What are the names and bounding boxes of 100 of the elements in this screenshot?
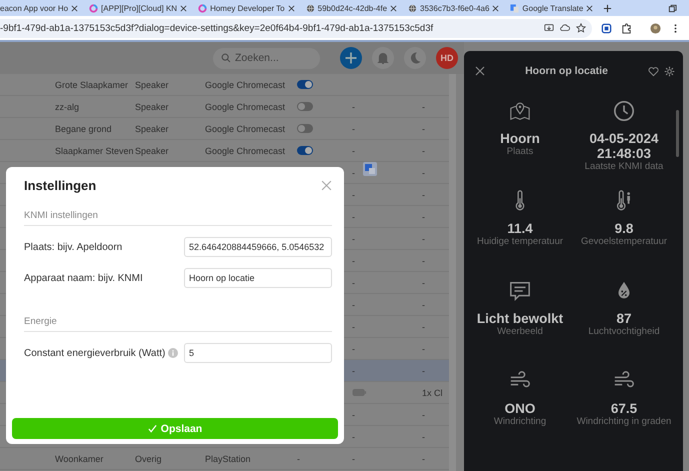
panel-title: Hoorn op locatie xyxy=(524,65,609,77)
tile-value: 9.8 xyxy=(614,221,634,236)
device-type: Overig xyxy=(135,454,162,464)
table-cell: - xyxy=(352,300,355,310)
field-label: Constant energieverbruik (Watt) xyxy=(24,348,166,358)
table-cell: - xyxy=(352,432,355,442)
tile-value: Hoorn xyxy=(499,131,541,146)
toggle-switch[interactable] xyxy=(297,80,313,89)
device-driver: Google Chromecast xyxy=(205,124,286,134)
scrollbar[interactable] xyxy=(449,74,456,471)
table-cell: - xyxy=(352,256,355,266)
device-type: Speaker xyxy=(135,124,169,134)
table-cell: - xyxy=(352,454,355,464)
close-icon[interactable] xyxy=(288,4,295,12)
puzzle-icon[interactable] xyxy=(621,22,632,34)
close-icon[interactable] xyxy=(586,4,594,12)
table-cell: - xyxy=(422,432,425,442)
globe-icon xyxy=(408,4,418,12)
extension-icon[interactable] xyxy=(601,22,612,34)
table-cell: - xyxy=(422,322,425,332)
close-icon[interactable] xyxy=(71,4,78,12)
profile-avatar[interactable] xyxy=(650,22,661,34)
table-cell: - xyxy=(352,124,355,134)
table-cell: - xyxy=(352,168,355,178)
browser-tab[interactable]: eacon App voor Ho xyxy=(0,0,82,16)
battery-icon xyxy=(352,389,367,396)
restore-icon[interactable] xyxy=(668,4,677,12)
toggle-switch[interactable] xyxy=(297,146,313,155)
browser-tab[interactable]: 59b0d24c-42db-4fe xyxy=(298,0,402,16)
device-name: Woonkamer xyxy=(55,454,104,464)
tile-value: Licht bewolkt xyxy=(476,311,564,326)
browser-tab[interactable]: Google Translate xyxy=(503,0,598,16)
table-cell: - xyxy=(422,410,425,420)
globe-icon xyxy=(306,4,315,12)
device-name: Begane grond xyxy=(55,124,112,134)
tile-value: ONO xyxy=(504,401,536,416)
browser-tab[interactable]: [APP][Pro][Cloud] KN xyxy=(82,0,192,16)
check-icon xyxy=(148,424,157,433)
text-input[interactable]: 52.646420884459666, 5.0546532 xyxy=(184,237,332,257)
translate-icon[interactable] xyxy=(363,162,377,176)
table-cell: - xyxy=(422,168,425,178)
ring-icon xyxy=(198,4,208,12)
toggle-switch[interactable] xyxy=(297,102,313,111)
device-driver: Google Chromecast xyxy=(205,102,286,112)
section-heading: KNMI instellingen xyxy=(24,193,332,226)
user-avatar[interactable]: HD xyxy=(436,47,458,69)
browser-tab[interactable]: 3536c7b3-f6e0-4a6 xyxy=(401,0,504,16)
section-heading: Energie xyxy=(24,299,332,332)
table-cell: - xyxy=(352,344,355,354)
table-cell: - xyxy=(352,146,355,156)
text-input[interactable]: 5 xyxy=(184,343,332,363)
tile-value: 04-05-2024 21:48:03 xyxy=(588,131,660,161)
close-icon[interactable] xyxy=(492,4,500,12)
table-cell: - xyxy=(422,234,425,244)
field-label: Plaats: bijv. Apeldoorn xyxy=(24,242,124,252)
table-cell: - xyxy=(352,278,355,288)
table-cell: - xyxy=(352,190,355,200)
device-type: Speaker xyxy=(135,80,169,90)
install-icon[interactable] xyxy=(544,23,554,33)
table-cell: - xyxy=(422,212,425,222)
device-name: zz-alg xyxy=(55,102,80,112)
tile-label: Laatste KNMI data xyxy=(584,161,664,172)
tile-label: Gevoelstemperatuur xyxy=(580,236,668,247)
device-type: Speaker xyxy=(135,146,169,156)
table-cell: - xyxy=(352,234,355,244)
toggle-switch[interactable] xyxy=(297,124,313,133)
close-icon[interactable] xyxy=(390,4,398,12)
table-cell: - xyxy=(352,102,355,112)
table-cell: - xyxy=(422,190,425,200)
dialog-title: Instellingen xyxy=(24,178,96,193)
settings-icon[interactable] xyxy=(664,66,675,76)
device-driver: PlayStation xyxy=(205,454,251,464)
device-name: Grote Slaapkamer xyxy=(55,80,128,90)
table-cell: - xyxy=(422,146,425,156)
table-cell: - xyxy=(352,366,355,376)
heart-icon[interactable] xyxy=(648,66,659,76)
address-bar[interactable]: -9bf1-479d-ab1a-1375153c5d3f?dialog=device-settings&key=2e0f64b4-9bf1-479d-ab1a-1375153c5d3f xyxy=(0,18,592,38)
browser-tab[interactable]: Homey Developer To xyxy=(191,0,299,16)
close-icon[interactable] xyxy=(475,66,485,76)
tile-value: 11.4 xyxy=(506,221,534,236)
device-name: Slaapkamer Steven xyxy=(55,146,134,156)
search-field[interactable]: Zoeken... xyxy=(213,48,320,68)
tile-value: 67.5 xyxy=(610,401,638,416)
table-cell: - xyxy=(297,454,300,464)
tile-label: Windrichting xyxy=(494,416,546,427)
star-icon[interactable] xyxy=(576,23,586,33)
add-button[interactable] xyxy=(340,47,362,69)
tile-label: Luchtvochtigheid xyxy=(588,326,660,337)
text-input[interactable]: Hoorn op locatie xyxy=(184,268,332,288)
ring-icon xyxy=(89,4,98,12)
table-cell: - xyxy=(422,278,425,288)
table-cell: - xyxy=(422,102,425,112)
translate-icon xyxy=(510,4,520,12)
table-cell: - xyxy=(352,212,355,222)
new-tab-icon[interactable] xyxy=(603,4,612,12)
table-cell: - xyxy=(352,410,355,420)
close-icon[interactable] xyxy=(180,4,188,12)
search-icon xyxy=(221,53,231,63)
device-type: Speaker xyxy=(135,102,169,112)
cloud-icon[interactable] xyxy=(560,23,570,33)
